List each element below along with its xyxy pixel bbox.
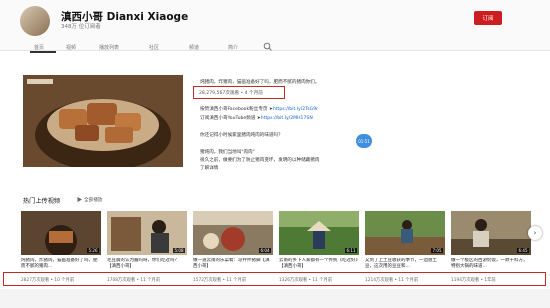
featured-question: 你还记得小时候家里猪肉炖肉的味道吗？	[200, 133, 283, 138]
uploads-section-title: 热门上传视频	[23, 198, 61, 205]
video-title[interactable]: 云南的乡下人家都有一个传统《吃过好》【滇西小哥】	[279, 258, 359, 270]
facebook-link[interactable]: https://bit.ly/2TsG9r	[273, 107, 318, 112]
facebook-promo-line: 按赞滇西小哥Facebook粉丝专页 ➤https://bit.ly/2TsG9…	[200, 106, 318, 112]
page-footer-band	[0, 289, 550, 308]
view-count-highlight	[3, 272, 546, 286]
read-more-link[interactable]: 了解详情	[200, 165, 218, 171]
video-thumbnail[interactable]: 6:45	[451, 211, 531, 255]
play-all-link[interactable]: 全部播放	[84, 197, 102, 203]
video-thumbnail[interactable]: 7:05	[365, 211, 445, 255]
tab-home[interactable]: 首页	[34, 44, 44, 51]
video-duration: 6:11	[345, 248, 357, 253]
featured-video-thumbnail[interactable]	[23, 75, 183, 167]
search-icon[interactable]	[263, 42, 273, 52]
video-duration: 5:08	[173, 248, 185, 253]
youtube-promo-label: 订阅滇西小哥YouTube频道 ➤	[200, 116, 261, 121]
featured-paragraph-line2: 很久之前，做要们为了防止猪肉变坏，发明的以种储藏猪肉	[200, 158, 320, 163]
featured-view-count: 28,279,567次观看 • 4 个月前	[199, 91, 263, 96]
featured-paragraph-line1: 猪炖肉，我们当地叫"肉肉"	[200, 150, 255, 155]
time-badge: 01:51	[356, 134, 372, 148]
video-thumbnail[interactable]: 5:08	[107, 211, 187, 255]
youtube-promo-line: 订阅滇西小哥YouTube频道 ➤https://bit.ly/2MH17SN	[200, 115, 313, 121]
video-title[interactable]: 又到了上土豆收获的季节，一边盘土豆，这次用的豆豆和...	[365, 258, 445, 270]
chevron-right-icon[interactable]: ›	[528, 226, 542, 240]
active-tab-indicator	[30, 51, 56, 53]
video-duration: 5:26	[87, 248, 99, 253]
subscribe-button[interactable]: 订阅	[474, 11, 502, 25]
play-icon[interactable]	[76, 196, 83, 203]
video-thumbnail[interactable]: 6:04	[193, 211, 273, 255]
featured-description-line: 炖猪肉，炸猪肉，猫画准备好了吗，肥而不腻的猪肉你们。	[200, 80, 320, 85]
video-duration: 6:45	[517, 248, 529, 253]
video-duration: 7:05	[431, 248, 443, 253]
facebook-promo-label: 按赞滇西小哥Facebook粉丝专页 ➤	[200, 107, 273, 112]
subscriber-count: 348万 位订阅者	[61, 24, 101, 30]
tab-playlists[interactable]: 播放列表	[99, 44, 119, 51]
tab-videos[interactable]: 视频	[66, 44, 76, 51]
video-title[interactable]: 毛豆腐的认为酱吗呀，你们吃过吗？【滇西小哥】	[107, 258, 187, 270]
video-duration: 6:04	[259, 248, 271, 253]
tab-community[interactable]: 社区	[149, 44, 159, 51]
video-title[interactable]: 做一道云南的乐菜肴：凉拌拌猪脚【滇西小哥】	[193, 258, 273, 270]
video-thumbnail[interactable]: 6:11	[279, 211, 359, 255]
youtube-link[interactable]: https://bit.ly/2MH17SN	[261, 116, 313, 121]
channel-avatar[interactable]	[20, 6, 50, 36]
tab-channels[interactable]: 频道	[189, 44, 199, 51]
video-title[interactable]: 做一个极区的西游奶饭，一款干料方，特别大锅的味道...	[451, 258, 531, 270]
video-thumbnail[interactable]: 5:26	[21, 211, 101, 255]
video-title[interactable]: 炖猪肉，炸猪肉，猫画准备好了吗，肥而不腻的猪肉...	[21, 258, 101, 270]
tab-about[interactable]: 简介	[228, 44, 238, 51]
